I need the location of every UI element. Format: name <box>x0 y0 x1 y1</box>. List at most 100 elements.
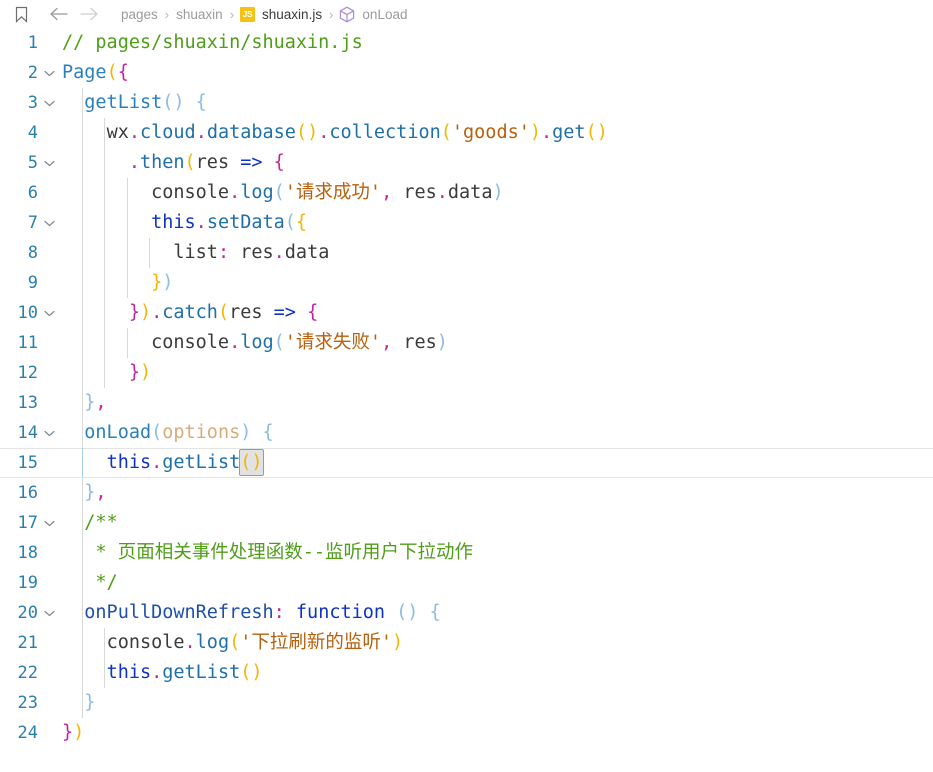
token-bracket: { <box>117 62 129 83</box>
code-line[interactable]: onPullDownRefresh: function () { <box>60 598 933 628</box>
line-number: 7 <box>27 213 38 233</box>
code-line[interactable]: wx.cloud.database().collection('goods').… <box>60 118 933 148</box>
token-comment-text: 页面相关事件处理函数--监听用户下拉动作 <box>117 542 473 563</box>
token-bracket: ) <box>529 122 541 143</box>
indent-guide <box>127 178 128 208</box>
token-operator: => <box>229 152 274 173</box>
token-bracket: ( <box>184 152 196 173</box>
fold-chevron-down-icon[interactable] <box>38 520 60 527</box>
token-bracket: ( <box>106 62 118 83</box>
token-parameter: res <box>195 152 230 173</box>
code-line[interactable]: }) <box>60 718 933 748</box>
code-line-row: 16 }, <box>0 478 933 508</box>
code-line[interactable]: }, <box>60 388 933 418</box>
token-keyword: this <box>151 212 196 233</box>
code-line[interactable]: console.log('下拉刷新的监听') <box>60 628 933 658</box>
fold-chevron-down-icon[interactable] <box>38 610 60 617</box>
breadcrumb-separator: › <box>229 6 235 22</box>
line-number: 5 <box>27 153 38 173</box>
token-bracket: ( <box>229 632 241 653</box>
code-line[interactable]: onLoad(options) { <box>60 418 933 448</box>
fold-chevron-down-icon[interactable] <box>38 310 60 317</box>
token-punct: . <box>195 212 207 233</box>
fold-chevron-down-icon[interactable] <box>38 100 60 107</box>
code-line-row: 20 onPullDownRefresh: function () { <box>0 598 933 628</box>
token-punct: , <box>95 482 107 503</box>
code-line-row: 7 this.setData({ <box>0 208 933 238</box>
token-bracket: } <box>84 482 96 503</box>
token-function: onLoad <box>84 422 152 443</box>
code-line-row: 4 wx.cloud.database().collection('goods'… <box>0 118 933 148</box>
indent-guide <box>82 88 83 118</box>
code-line-row: 21 console.log('下拉刷新的监听') <box>0 628 933 658</box>
fold-chevron-down-icon[interactable] <box>38 430 60 437</box>
code-line[interactable]: }) <box>60 358 933 388</box>
token-bracket: } <box>84 692 96 713</box>
token-identifier: res <box>240 242 274 263</box>
breadcrumb-item-symbol[interactable]: onLoad <box>361 7 408 22</box>
line-number: 6 <box>27 183 38 203</box>
indent-guide <box>104 178 105 208</box>
fold-chevron-down-icon[interactable] <box>38 70 60 77</box>
code-line[interactable]: this.getList() <box>60 658 933 688</box>
code-line[interactable]: list: res.data <box>60 238 933 268</box>
line-number: 18 <box>17 543 38 563</box>
bracket-match-highlight: () <box>239 449 264 476</box>
indent-guide <box>127 208 128 238</box>
code-line[interactable]: } <box>60 688 933 718</box>
code-line[interactable]: */ <box>60 568 933 598</box>
indent-guide <box>82 658 83 688</box>
code-line[interactable]: * 页面相关事件处理函数--监听用户下拉动作 <box>60 538 933 568</box>
indent-guide <box>82 418 83 448</box>
code-line-row: 14 onLoad(options) { <box>0 418 933 448</box>
code-line-row: 2 Page({ <box>0 58 933 88</box>
code-line[interactable]: getList() { <box>60 88 933 118</box>
line-number: 12 <box>17 363 38 383</box>
line-number: 16 <box>17 483 38 503</box>
code-line[interactable]: // pages/shuaxin/shuaxin.js <box>60 28 933 58</box>
code-line[interactable]: }).catch(res => { <box>60 298 933 328</box>
code-line[interactable]: .then(res => { <box>60 148 933 178</box>
line-number: 19 <box>17 573 38 593</box>
indent-guide <box>127 328 128 358</box>
arrow-left-icon[interactable] <box>44 3 74 25</box>
code-line-row: 18 * 页面相关事件处理函数--监听用户下拉动作 <box>0 538 933 568</box>
token-string: '请求失败' <box>284 332 382 353</box>
code-line-row: 9 }) <box>0 268 933 298</box>
code-line[interactable]: }, <box>60 478 933 508</box>
line-number: 21 <box>17 633 38 653</box>
token-operator: => <box>262 302 308 323</box>
breadcrumb: pages › shuaxin › JS shuaxin.js › onLoad <box>120 6 408 23</box>
breadcrumb-item-file[interactable]: shuaxin.js <box>261 7 323 22</box>
token-property-key: onPullDownRefresh <box>84 602 274 623</box>
token-comment: /** <box>84 512 118 533</box>
token-bracket: { <box>262 422 274 443</box>
fold-chevron-down-icon[interactable] <box>38 160 60 167</box>
breadcrumb-item-shuaxin[interactable]: shuaxin <box>175 7 224 22</box>
code-line[interactable]: this.getList() <box>60 448 933 478</box>
token-bracket: ) <box>162 272 174 293</box>
code-line[interactable]: this.setData({ <box>60 208 933 238</box>
token-identifier: res <box>403 332 437 353</box>
token-punct: . <box>436 182 448 203</box>
code-line[interactable]: Page({ <box>60 58 933 88</box>
code-editor[interactable]: 1 // pages/shuaxin/shuaxin.js 2 Page({ 3… <box>0 28 933 772</box>
breadcrumb-item-pages[interactable]: pages <box>120 7 159 22</box>
line-number: 3 <box>27 93 38 113</box>
code-line-row: 19 */ <box>0 568 933 598</box>
code-line[interactable]: console.log('请求成功', res.data) <box>60 178 933 208</box>
fold-chevron-down-icon[interactable] <box>38 220 60 227</box>
line-number: 17 <box>17 513 38 533</box>
code-line[interactable]: console.log('请求失败', res) <box>60 328 933 358</box>
line-number: 24 <box>17 723 38 743</box>
token-identifier: console <box>151 182 230 203</box>
bookmark-icon[interactable] <box>8 3 34 25</box>
token-bracket: ) <box>73 722 85 743</box>
code-line[interactable]: }) <box>60 268 933 298</box>
code-line[interactable]: /** <box>60 508 933 538</box>
breadcrumb-separator: › <box>164 6 170 22</box>
token-bracket: { <box>295 212 308 233</box>
token-property: data <box>284 242 330 263</box>
indent-guide <box>82 238 83 268</box>
token-bracket: ( <box>284 212 296 233</box>
